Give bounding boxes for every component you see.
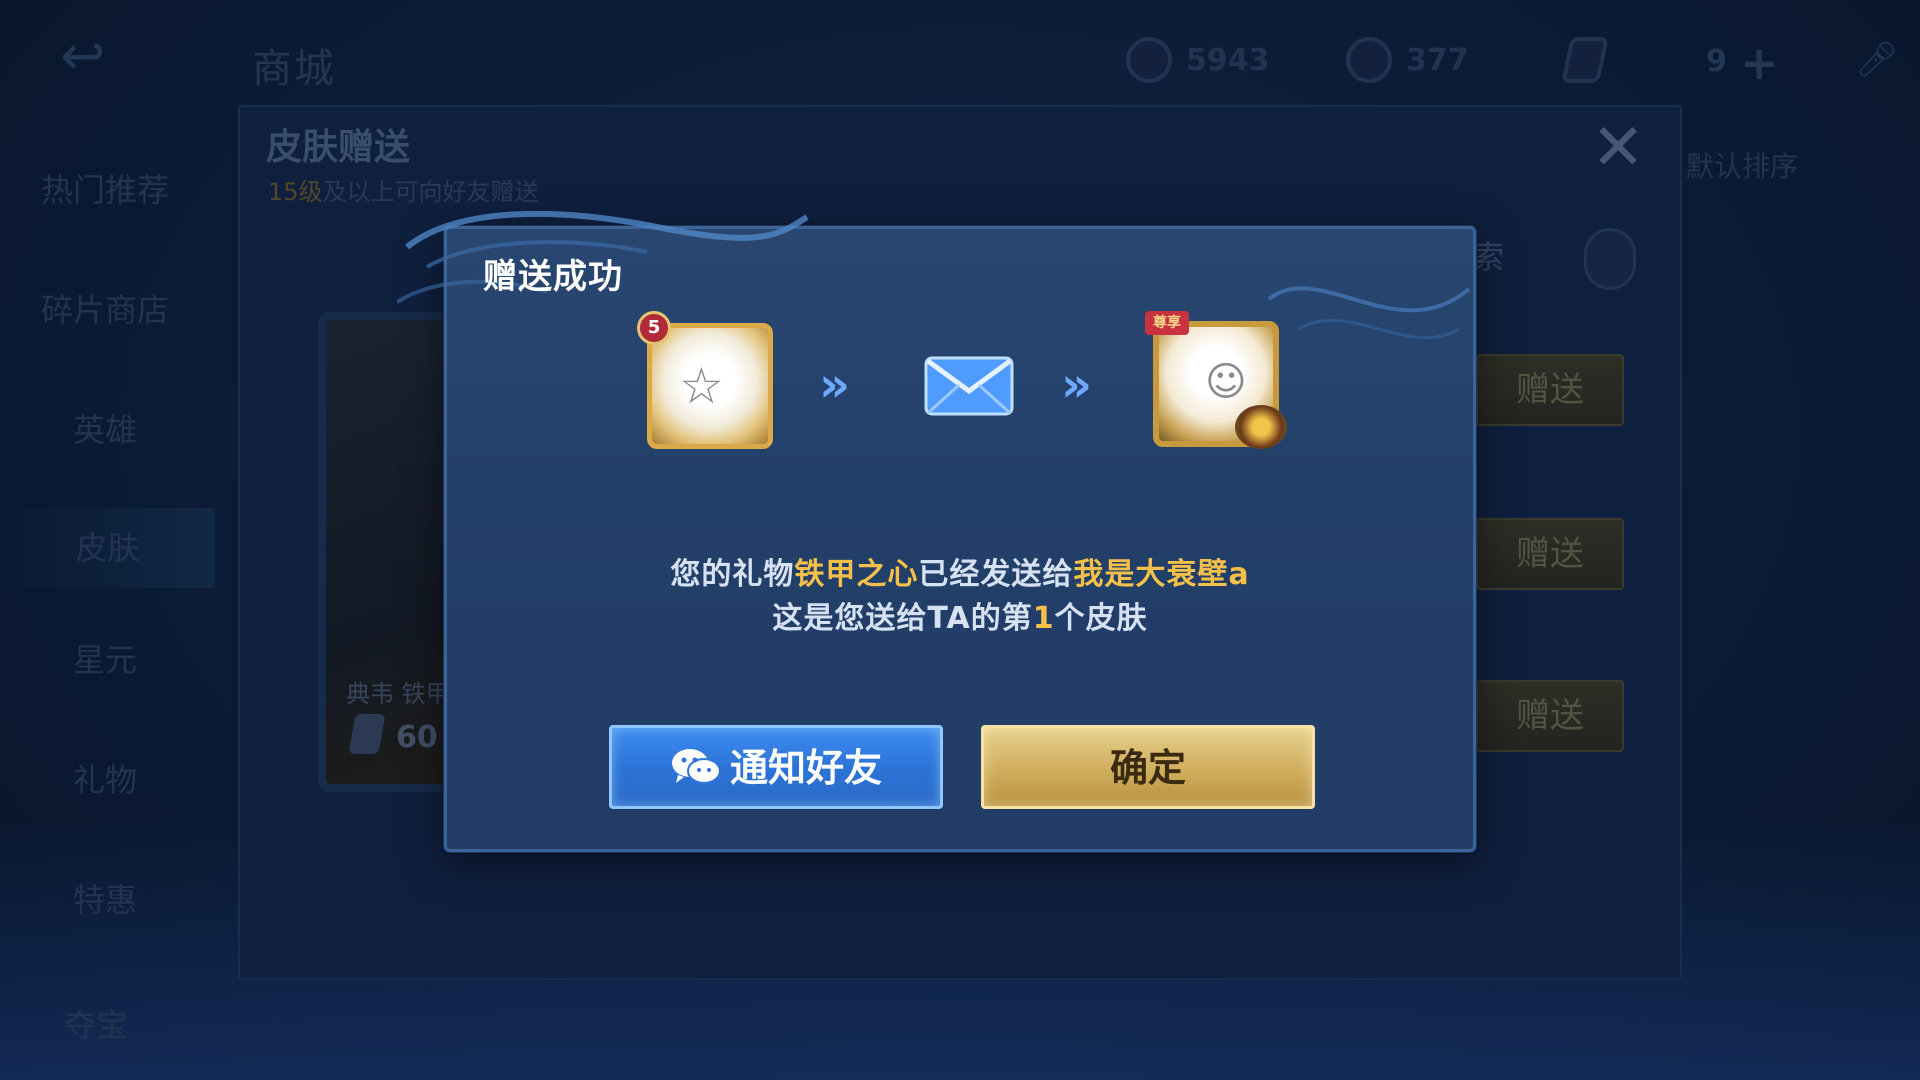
double-arrow-icon: » [819, 357, 851, 413]
msg-line2-mid: 的第 [970, 601, 1033, 636]
notify-friend-button[interactable]: 通知好友 [609, 725, 943, 809]
confirm-button-label: 确定 [1109, 746, 1186, 790]
cloud-swirl-decoration [1267, 286, 1471, 340]
gift-success-modal: 赠送成功 ☆ 5 » » ☺ 尊享 您的礼物铁甲之心已经发送给我是大衰壁a 这是… [397, 210, 1476, 852]
confirm-button[interactable]: 确定 [981, 725, 1315, 809]
wechat-icon [671, 748, 721, 784]
msg-line2-target: TA [927, 601, 971, 636]
star-avatar-icon: ☆ [679, 357, 724, 415]
gift-message-line-2: 这是您送给TA的第1个皮肤 [447, 593, 1473, 637]
gift-count: 1 [1032, 601, 1055, 636]
msg-line2-suffix: 个皮肤 [1054, 601, 1148, 636]
envelope-icon [924, 356, 1014, 416]
msg-middle: 已经发送给 [918, 557, 1074, 592]
msg-prefix: 您的礼物 [670, 557, 795, 592]
frame-ribbon: 尊享 [1145, 311, 1189, 335]
modal-title: 赠送成功 [483, 257, 623, 297]
gift-message-line-1: 您的礼物铁甲之心已经发送给我是大衰壁a [447, 549, 1473, 593]
gift-name: 铁甲之心 [794, 557, 919, 592]
msg-line2-prefix: 这是您送给 [772, 601, 928, 636]
avatar-face-icon: ☺ [1205, 359, 1247, 405]
food-decoration-icon [1235, 405, 1287, 449]
double-arrow-icon: » [1061, 357, 1093, 413]
recipient-name: 我是大衰壁a [1073, 557, 1250, 592]
notify-button-label: 通知好友 [729, 746, 882, 790]
level-badge: 5 [637, 311, 671, 345]
